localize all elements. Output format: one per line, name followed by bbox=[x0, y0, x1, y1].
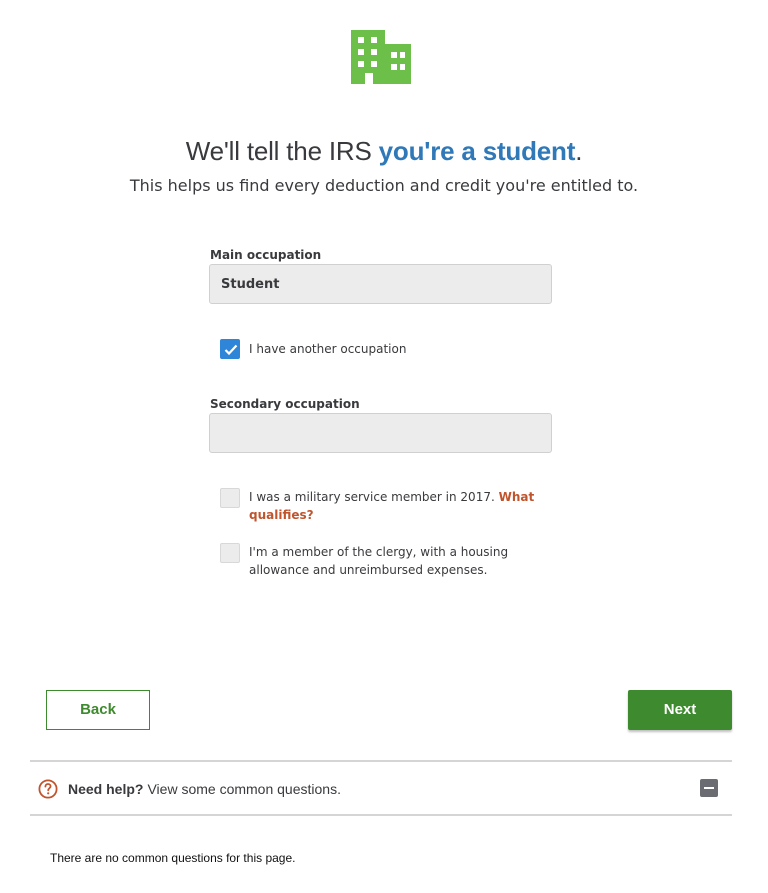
title-prefix: We'll tell the IRS bbox=[185, 136, 379, 166]
clergy-label: I'm a member of the clergy, with a housi… bbox=[249, 545, 509, 577]
clergy-checkbox[interactable] bbox=[220, 543, 240, 563]
secondary-occupation-field[interactable] bbox=[209, 413, 552, 453]
title-highlight: you're a student bbox=[378, 136, 576, 166]
main-occupation-label: Main occupation bbox=[210, 248, 322, 262]
page-subtitle: This helps us find every deduction and c… bbox=[129, 176, 639, 195]
help-title: Need help? bbox=[68, 781, 144, 797]
next-button[interactable]: Next bbox=[628, 690, 732, 730]
clergy-option[interactable]: I'm a member of the clergy, with a housi… bbox=[220, 543, 529, 579]
another-occupation-label: I have another occupation bbox=[249, 342, 407, 356]
page-title: We'll tell the IRS you're a student. bbox=[0, 136, 768, 167]
building-icon bbox=[351, 30, 411, 84]
military-checkbox[interactable] bbox=[220, 488, 240, 508]
help-toggle[interactable]: Need help? View some common questions. bbox=[38, 778, 722, 800]
military-text: I was a military service member in 2017. bbox=[249, 490, 495, 504]
back-button[interactable]: Back bbox=[46, 690, 150, 730]
divider bbox=[30, 814, 732, 816]
title-suffix: . bbox=[575, 136, 583, 166]
secondary-occupation-label: Secondary occupation bbox=[210, 397, 360, 411]
question-circle-icon bbox=[38, 779, 58, 799]
divider bbox=[30, 760, 732, 762]
military-label: I was a military service member in 2017.… bbox=[249, 488, 539, 524]
another-occupation-checkbox[interactable] bbox=[220, 339, 240, 359]
minus-square-icon[interactable] bbox=[700, 779, 718, 797]
help-text: View some common questions. bbox=[147, 781, 341, 797]
military-option[interactable]: I was a military service member in 2017.… bbox=[220, 488, 539, 524]
another-occupation-option[interactable]: I have another occupation bbox=[220, 339, 539, 359]
check-icon bbox=[224, 344, 238, 356]
main-occupation-field[interactable]: Student bbox=[209, 264, 552, 304]
no-questions-message: There are no common questions for this p… bbox=[50, 851, 296, 865]
